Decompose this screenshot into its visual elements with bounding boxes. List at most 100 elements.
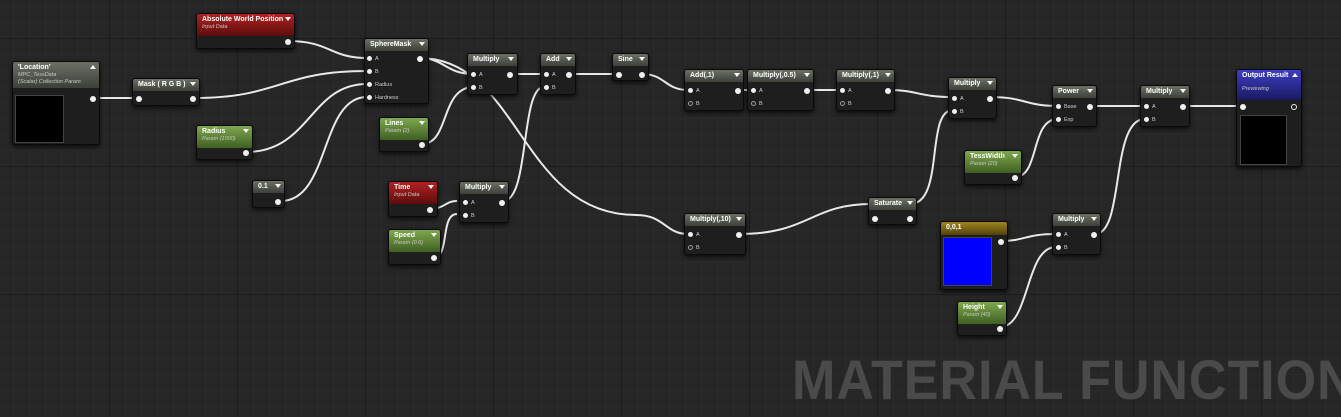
output-pin[interactable]: [1291, 104, 1297, 110]
input-pin[interactable]: [136, 96, 142, 102]
output-pin[interactable]: [417, 56, 423, 62]
output-pin[interactable]: [639, 72, 645, 78]
output-pin[interactable]: [736, 232, 742, 238]
output-pin[interactable]: [885, 88, 891, 94]
collapse-chevron-icon[interactable]: [428, 185, 434, 189]
pin-a[interactable]: A: [688, 88, 700, 94]
output-pin[interactable]: [499, 200, 505, 206]
collapse-chevron-icon[interactable]: [499, 185, 505, 189]
multiply-10-node[interactable]: Multiply(,10) A B: [684, 213, 746, 255]
collapse-chevron-icon[interactable]: [419, 121, 425, 125]
output-pin[interactable]: [998, 239, 1004, 245]
constant-0-1-node[interactable]: 0.1: [252, 180, 285, 208]
time-input-node[interactable]: Time Input Data: [388, 181, 438, 217]
collapse-chevron-icon[interactable]: [285, 17, 291, 21]
output-pin[interactable]: [431, 255, 437, 261]
collapse-chevron-icon[interactable]: [885, 73, 891, 77]
input-pin[interactable]: [872, 216, 878, 222]
output-pin[interactable]: [1180, 104, 1186, 110]
collapse-chevron-icon[interactable]: [1012, 154, 1018, 158]
pin-b[interactable]: B: [471, 85, 483, 91]
pin-b[interactable]: B: [1144, 117, 1156, 123]
input-pin[interactable]: [1240, 104, 1246, 110]
height-param-node[interactable]: Height Param (40): [957, 301, 1007, 336]
collapse-chevron-icon[interactable]: [90, 65, 96, 69]
output-pin[interactable]: [907, 216, 913, 222]
power-node[interactable]: Power Base Exp: [1052, 85, 1097, 127]
pin-b[interactable]: B: [688, 245, 700, 251]
output-pin[interactable]: [507, 72, 513, 78]
collapse-chevron-icon[interactable]: [190, 82, 196, 86]
multiply-node[interactable]: Multiply A B: [467, 53, 518, 95]
collapse-chevron-icon[interactable]: [1180, 89, 1186, 93]
output-pin[interactable]: [1091, 232, 1097, 238]
pin-hardness[interactable]: Hardness: [367, 95, 399, 101]
tesswidth-param-node[interactable]: TessWidth Param (20): [964, 150, 1022, 185]
lines-param-node[interactable]: Lines Param (2): [379, 117, 429, 152]
pin-a[interactable]: A: [952, 96, 964, 102]
pin-b[interactable]: B: [952, 109, 964, 115]
output-pin[interactable]: [1012, 175, 1018, 181]
pin-b[interactable]: B: [463, 213, 475, 219]
pin-b[interactable]: B: [688, 101, 700, 107]
output-pin[interactable]: [285, 39, 291, 45]
output-pin[interactable]: [804, 88, 810, 94]
output-pin[interactable]: [566, 72, 572, 78]
pin-b[interactable]: B: [1056, 245, 1068, 251]
multiply-1-node[interactable]: Multiply(,1) A B: [836, 69, 895, 111]
collapse-chevron-icon[interactable]: [734, 73, 740, 77]
pin-a[interactable]: A: [840, 88, 852, 94]
multiply-node[interactable]: Multiply A B: [948, 77, 997, 119]
collapse-chevron-icon[interactable]: [639, 57, 645, 61]
output-pin[interactable]: [987, 96, 993, 102]
pin-b[interactable]: B: [367, 69, 379, 75]
pin-b[interactable]: B: [751, 101, 763, 107]
multiply-time-node[interactable]: Multiply A B: [459, 181, 509, 223]
collapse-chevron-icon[interactable]: [243, 129, 249, 133]
collapse-chevron-icon[interactable]: [1292, 73, 1298, 77]
pin-a[interactable]: A: [751, 88, 763, 94]
pin-a[interactable]: A: [463, 200, 475, 206]
pin-a[interactable]: A: [471, 72, 483, 78]
collapse-chevron-icon[interactable]: [736, 217, 742, 221]
saturate-node[interactable]: Saturate: [868, 197, 917, 225]
collapse-chevron-icon[interactable]: [987, 81, 993, 85]
output-pin[interactable]: [275, 199, 281, 205]
collapse-chevron-icon[interactable]: [804, 73, 810, 77]
pin-exp[interactable]: Exp: [1056, 117, 1073, 123]
multiply-0-5-node[interactable]: Multiply(,0.5) A B: [747, 69, 814, 111]
location-collection-param-node[interactable]: 'Location' MPC_TessData (Scalar) Collect…: [12, 61, 100, 145]
add-constant-node[interactable]: Add(,1) A B: [684, 69, 744, 111]
output-pin[interactable]: [190, 96, 196, 102]
pin-b[interactable]: B: [544, 85, 556, 91]
collapse-chevron-icon[interactable]: [566, 57, 572, 61]
collapse-chevron-icon[interactable]: [275, 184, 281, 188]
multiply-node[interactable]: Multiply A B: [1052, 213, 1101, 255]
output-pin[interactable]: [243, 150, 249, 156]
pin-a[interactable]: A: [1144, 104, 1156, 110]
sine-node[interactable]: Sine: [612, 53, 649, 81]
output-pin[interactable]: [735, 88, 741, 94]
output-pin[interactable]: [997, 326, 1003, 332]
collapse-chevron-icon[interactable]: [419, 42, 425, 46]
output-pin[interactable]: [1087, 104, 1093, 110]
pin-a[interactable]: A: [688, 232, 700, 238]
collapse-chevron-icon[interactable]: [431, 233, 437, 237]
collapse-chevron-icon[interactable]: [508, 57, 514, 61]
graph-canvas[interactable]: Absolute World Position Input Data 'Loca…: [0, 0, 1341, 417]
radius-param-node[interactable]: Radius Param (1000): [196, 125, 253, 160]
output-pin[interactable]: [427, 207, 433, 213]
multiply-node[interactable]: Multiply A B: [1140, 85, 1190, 127]
pin-a[interactable]: A: [544, 72, 556, 78]
spheremask-node[interactable]: SphereMask A B Radius Hardness: [364, 38, 429, 104]
vector-constant-node[interactable]: 0,0,1: [940, 221, 1008, 290]
mask-rgb-node[interactable]: Mask ( R G B ): [132, 78, 200, 106]
output-pin[interactable]: [90, 96, 96, 102]
absolute-world-position-node[interactable]: Absolute World Position Input Data: [196, 13, 295, 49]
pin-b[interactable]: B: [840, 101, 852, 107]
output-pin[interactable]: [419, 142, 425, 148]
collapse-chevron-icon[interactable]: [907, 201, 913, 205]
output-result-node[interactable]: Output Result Previewing: [1236, 69, 1302, 167]
collapse-chevron-icon[interactable]: [997, 305, 1003, 309]
pin-radius[interactable]: Radius: [367, 82, 392, 88]
